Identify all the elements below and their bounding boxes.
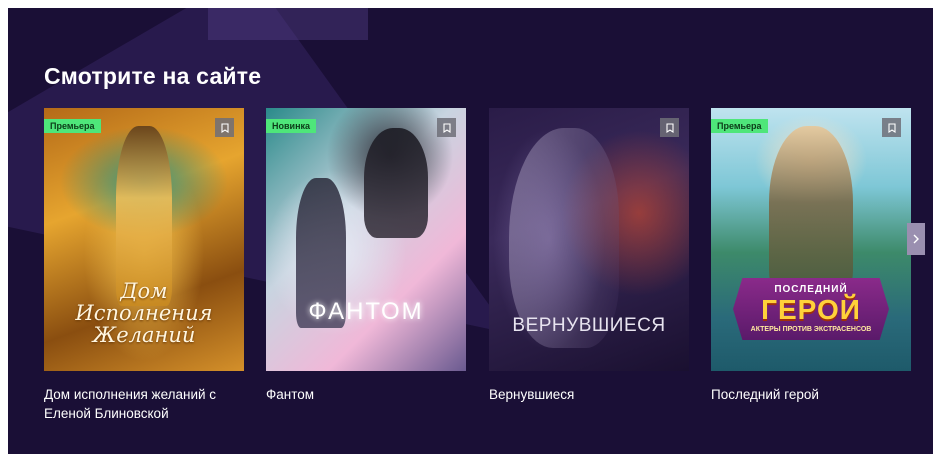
poster-title: ГЕРОЙ: [761, 294, 861, 325]
bookmark-icon[interactable]: [660, 118, 679, 137]
card-vernuvshiesya[interactable]: ВЕРНУВШИЕСЯ Вернувшиеся: [489, 108, 689, 404]
poster-subtitle: АКТЕРЫ ПРОТИВ ЭКСТРАСЕНСОВ: [750, 326, 872, 333]
poster-title: ВЕРНУВШИЕСЯ: [512, 315, 666, 336]
card-dom-ispolneniya-zhelaniy[interactable]: Премьера Дом Исполнения Желаний Дом испо…: [44, 108, 244, 423]
poster-title: Дом Исполнения Желаний: [75, 279, 213, 347]
carousel-next-button[interactable]: [907, 223, 925, 255]
poster[interactable]: Премьера ПОСЛЕДНИЙ ГЕРОЙ АКТЕРЫ ПРОТИВ Э…: [711, 108, 911, 371]
poster[interactable]: Премьера Дом Исполнения Желаний: [44, 108, 244, 371]
bookmark-icon[interactable]: [437, 118, 456, 137]
figure-silhouette: [769, 126, 853, 296]
section-title: Смотрите на сайте: [44, 63, 262, 89]
new-badge: Новинка: [266, 119, 317, 133]
figure-silhouette: [364, 128, 428, 238]
background-shape: [208, 8, 368, 40]
card-caption[interactable]: Вернувшиеся: [489, 385, 689, 404]
premiere-badge: Премьера: [44, 119, 101, 133]
poster[interactable]: Новинка ФАНТОМ: [266, 108, 466, 371]
premiere-badge: Премьера: [711, 119, 768, 133]
card-posledniy-geroy[interactable]: Премьера ПОСЛЕДНИЙ ГЕРОЙ АКТЕРЫ ПРОТИВ Э…: [711, 108, 911, 404]
poster[interactable]: ВЕРНУВШИЕСЯ: [489, 108, 689, 371]
poster-title: ФАНТОМ: [308, 298, 424, 325]
chevron-right-icon: [913, 234, 919, 244]
card-caption[interactable]: Дом исполнения желаний с Еленой Блиновск…: [44, 385, 244, 423]
content-panel: Смотрите на сайте Премьера Дом Исполнени…: [8, 8, 933, 454]
bookmark-icon[interactable]: [882, 118, 901, 137]
bookmark-icon[interactable]: [215, 118, 234, 137]
card-fantom[interactable]: Новинка ФАНТОМ Фантом: [266, 108, 466, 404]
card-caption[interactable]: Фантом: [266, 385, 466, 404]
card-caption[interactable]: Последний герой: [711, 385, 911, 404]
